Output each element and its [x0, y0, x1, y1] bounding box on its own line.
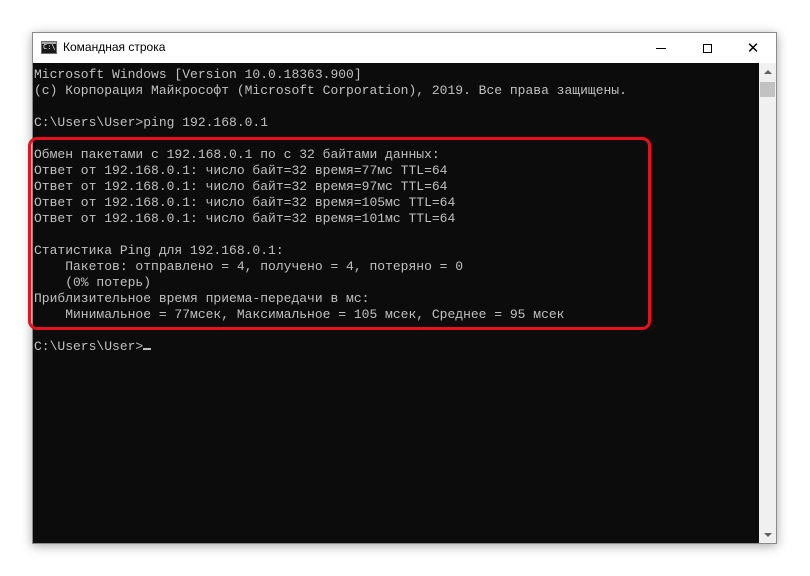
console-line: Ответ от 192.168.0.1: число байт=32 врем… — [34, 195, 456, 210]
command-prompt-window: C:\ Командная строка ✕ Microsoft Windows… — [32, 32, 777, 544]
cmd-icon[interactable]: C:\ — [41, 41, 57, 54]
arrow-down-icon — [763, 532, 772, 537]
console-line: Обмен пакетами с 192.168.0.1 по с 32 бай… — [34, 147, 440, 162]
console-output[interactable]: Microsoft Windows [Version 10.0.18363.90… — [33, 63, 759, 543]
console-line: Ответ от 192.168.0.1: число байт=32 врем… — [34, 211, 456, 226]
console-line: C:\Users\User>ping 192.168.0.1 — [34, 115, 269, 130]
scroll-down-button[interactable] — [759, 526, 776, 543]
console-line: Приблизительное время приема-передачи в … — [34, 291, 370, 306]
prompt-line[interactable]: C:\Users\User> — [34, 339, 759, 355]
console-line: Ответ от 192.168.0.1: число байт=32 врем… — [34, 179, 448, 194]
window-title: Командная строка — [63, 40, 166, 54]
scroll-up-button[interactable] — [759, 63, 776, 80]
arrow-up-icon — [763, 69, 772, 74]
scroll-thumb[interactable] — [760, 82, 775, 97]
minimize-button[interactable] — [638, 33, 684, 63]
maximize-icon — [702, 43, 712, 53]
command-prompt: C:\Users\User> — [34, 339, 144, 354]
console-line: Microsoft Windows [Version 10.0.18363.90… — [34, 67, 362, 82]
text-cursor — [143, 348, 152, 350]
maximize-button[interactable] — [684, 33, 730, 63]
close-button[interactable]: ✕ — [730, 33, 776, 63]
close-icon: ✕ — [746, 38, 760, 57]
console-line: Статистика Ping для 192.168.0.1: — [34, 243, 284, 258]
console-line: Минимальное = 77мсек, Максимальное = 105… — [34, 307, 565, 322]
minimize-icon — [656, 47, 666, 49]
vertical-scrollbar[interactable] — [759, 63, 776, 543]
console-line: Пакетов: отправлено = 4, получено = 4, п… — [34, 259, 464, 274]
title-bar[interactable]: C:\ Командная строка ✕ — [33, 33, 776, 63]
console-line: (c) Корпорация Майкрософт (Microsoft Cor… — [34, 83, 627, 98]
console-line: (0% потерь) — [34, 275, 152, 290]
console-line: Ответ от 192.168.0.1: число байт=32 врем… — [34, 163, 448, 178]
